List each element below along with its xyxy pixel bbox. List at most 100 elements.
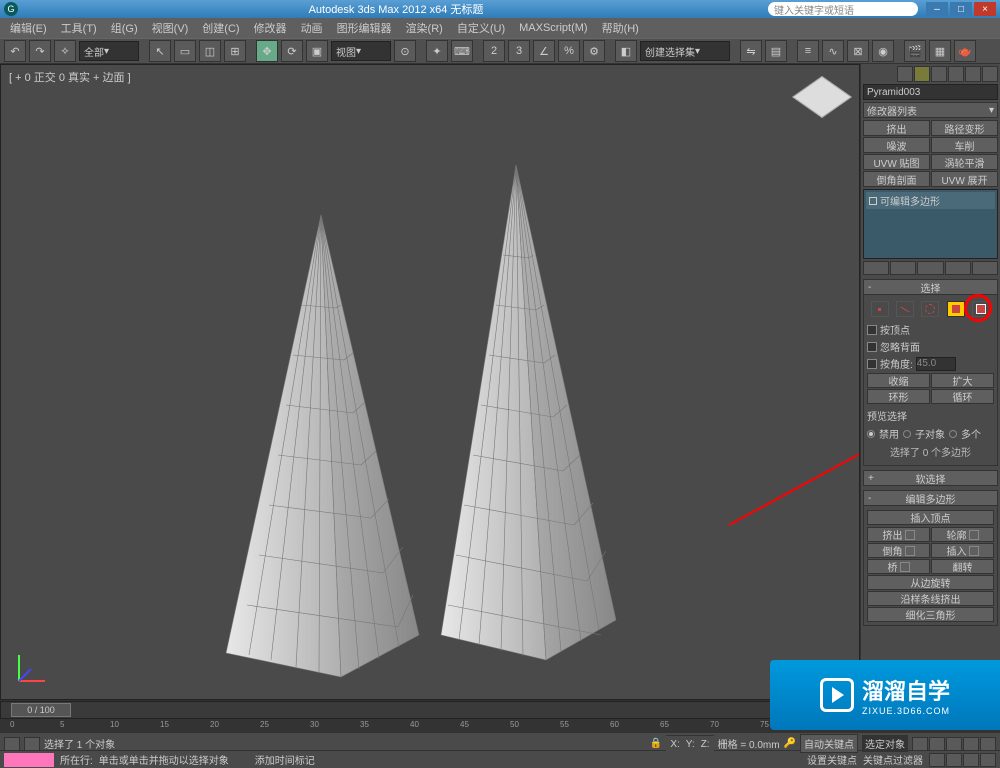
modify-tab-icon[interactable] bbox=[914, 66, 930, 82]
mod-unwrap[interactable]: UVW 展开 bbox=[931, 171, 998, 187]
pin-stack-icon[interactable] bbox=[863, 261, 889, 275]
inset-button[interactable]: 插入 bbox=[931, 543, 994, 558]
by-angle-checkbox[interactable] bbox=[867, 359, 877, 369]
key-filters-button[interactable]: 关键点过滤器 bbox=[863, 752, 923, 767]
spinner-snap-button[interactable]: ⚙ bbox=[583, 40, 605, 62]
play-icon[interactable] bbox=[946, 737, 962, 751]
bevel-button[interactable]: 倒角 bbox=[867, 543, 930, 558]
x-coord[interactable]: X: bbox=[670, 739, 679, 750]
grow-button[interactable]: 扩大 bbox=[931, 373, 994, 388]
named-sel-dropdown[interactable]: 创建选择集 ▾ bbox=[640, 41, 730, 61]
mod-pathdeform[interactable]: 路径变形 bbox=[931, 120, 998, 136]
time-slider-thumb[interactable]: 0 / 100 bbox=[11, 703, 71, 717]
nav-orbit-icon[interactable] bbox=[963, 753, 979, 767]
nav-pan-icon[interactable] bbox=[929, 753, 945, 767]
mirror-button[interactable]: ⇋ bbox=[740, 40, 762, 62]
angle-snap-button[interactable]: ∠ bbox=[533, 40, 555, 62]
flip-button[interactable]: 翻转 bbox=[931, 559, 994, 574]
menu-tools[interactable]: 工具(T) bbox=[55, 18, 103, 38]
align-button[interactable]: ▤ bbox=[765, 40, 787, 62]
modifier-stack[interactable]: 可编辑多边形 bbox=[863, 189, 998, 259]
show-end-result-icon[interactable] bbox=[890, 261, 916, 275]
menu-group[interactable]: 组(G) bbox=[105, 18, 144, 38]
percent-snap-button[interactable]: % bbox=[558, 40, 580, 62]
snap-2d-button[interactable]: 2 bbox=[483, 40, 505, 62]
help-search-input[interactable]: 键入关键字或短语 bbox=[768, 2, 918, 16]
viewport[interactable]: [ + 0 正交 0 真实 + 边面 ] bbox=[0, 64, 860, 700]
insert-vertex-button[interactable]: 插入顶点 bbox=[867, 510, 994, 525]
undo-button[interactable]: ↶ bbox=[4, 40, 26, 62]
make-unique-icon[interactable] bbox=[917, 261, 943, 275]
menu-create[interactable]: 创建(C) bbox=[196, 18, 245, 38]
menu-modifiers[interactable]: 修改器 bbox=[248, 18, 293, 38]
rollout-soft-selection[interactable]: 软选择 bbox=[863, 470, 998, 486]
mod-turbosmooth[interactable]: 涡轮平滑 bbox=[931, 154, 998, 170]
remove-modifier-icon[interactable] bbox=[945, 261, 971, 275]
keyboard-button[interactable]: ⌨ bbox=[451, 40, 473, 62]
extrude-spline-button[interactable]: 沿样条线挤出 bbox=[867, 591, 994, 606]
bridge-button[interactable]: 桥 bbox=[867, 559, 930, 574]
create-tab-icon[interactable] bbox=[897, 66, 913, 82]
object-name-input[interactable] bbox=[863, 84, 998, 100]
maximize-button[interactable]: □ bbox=[950, 2, 972, 16]
menu-render[interactable]: 渲染(R) bbox=[400, 18, 449, 38]
element-mode-icon[interactable] bbox=[972, 301, 990, 317]
display-tab-icon[interactable] bbox=[965, 66, 981, 82]
selected-set[interactable]: 选定对象 bbox=[862, 735, 908, 752]
stack-item-editable-poly[interactable]: 可编辑多边形 bbox=[866, 192, 995, 209]
edit-tri-button[interactable]: 细化三角形 bbox=[867, 607, 994, 622]
border-mode-icon[interactable] bbox=[921, 301, 939, 317]
scale-button[interactable]: ▣ bbox=[306, 40, 328, 62]
y-coord[interactable]: Y: bbox=[686, 739, 695, 750]
goto-end-icon[interactable] bbox=[980, 737, 996, 751]
autokey-button[interactable]: 自动关键点 bbox=[800, 734, 858, 753]
mod-bevelprofile[interactable]: 倒角剖面 bbox=[863, 171, 930, 187]
pivot-button[interactable]: ⊙ bbox=[394, 40, 416, 62]
render-frame-button[interactable]: ▦ bbox=[929, 40, 951, 62]
mod-extrude[interactable]: 挤出 bbox=[863, 120, 930, 136]
manip-button[interactable]: ✦ bbox=[426, 40, 448, 62]
utilities-tab-icon[interactable] bbox=[982, 66, 998, 82]
named-sel-button[interactable]: ◧ bbox=[615, 40, 637, 62]
preview-off-radio[interactable] bbox=[867, 430, 875, 438]
menu-views[interactable]: 视图(V) bbox=[146, 18, 195, 38]
prev-frame-icon[interactable] bbox=[929, 737, 945, 751]
goto-start-icon[interactable] bbox=[912, 737, 928, 751]
menu-animation[interactable]: 动画 bbox=[295, 18, 329, 38]
minimize-button[interactable]: – bbox=[926, 2, 948, 16]
vertex-mode-icon[interactable] bbox=[871, 301, 889, 317]
loop-button[interactable]: 循环 bbox=[931, 389, 994, 404]
menu-edit[interactable]: 编辑(E) bbox=[4, 18, 53, 38]
add-time-tag[interactable]: 添加时间标记 bbox=[255, 752, 315, 767]
menu-graph[interactable]: 图形编辑器 bbox=[331, 18, 398, 38]
move-button[interactable]: ✥ bbox=[256, 40, 278, 62]
motion-tab-icon[interactable] bbox=[948, 66, 964, 82]
extrude-button[interactable]: 挤出 bbox=[867, 527, 930, 542]
nav-zoom-icon[interactable] bbox=[946, 753, 962, 767]
menu-help[interactable]: 帮助(H) bbox=[596, 18, 645, 38]
by-vertex-checkbox[interactable] bbox=[867, 325, 877, 335]
rollout-selection[interactable]: 选择 bbox=[863, 279, 998, 295]
render-setup-button[interactable]: 🎬 bbox=[904, 40, 926, 62]
ignore-backfacing-checkbox[interactable] bbox=[867, 342, 877, 352]
ref-coord-dropdown[interactable]: 视图 ▾ bbox=[331, 41, 391, 61]
rotate-button[interactable]: ⟳ bbox=[281, 40, 303, 62]
nav-max-icon[interactable] bbox=[980, 753, 996, 767]
mini-curve-icon[interactable] bbox=[4, 737, 20, 751]
close-button[interactable]: × bbox=[974, 2, 996, 16]
hinge-button[interactable]: 从边旋转 bbox=[867, 575, 994, 590]
layer-button[interactable]: ≡ bbox=[797, 40, 819, 62]
mini-curve-icon2[interactable] bbox=[24, 737, 40, 751]
edge-mode-icon[interactable] bbox=[896, 301, 914, 317]
menu-maxscript[interactable]: MAXScript(M) bbox=[513, 20, 593, 36]
mod-noise[interactable]: 噪波 bbox=[863, 137, 930, 153]
rollout-edit-poly[interactable]: 编辑多边形 bbox=[863, 490, 998, 506]
select-name-button[interactable]: ▭ bbox=[174, 40, 196, 62]
hierarchy-tab-icon[interactable] bbox=[931, 66, 947, 82]
z-coord[interactable]: Z: bbox=[701, 739, 710, 750]
select-region-button[interactable]: ◫ bbox=[199, 40, 221, 62]
mod-lathe[interactable]: 车削 bbox=[931, 137, 998, 153]
mod-uvwmap[interactable]: UVW 贴图 bbox=[863, 154, 930, 170]
angle-input[interactable] bbox=[916, 357, 956, 371]
filter-dropdown[interactable]: 全部 ▾ bbox=[79, 41, 139, 61]
